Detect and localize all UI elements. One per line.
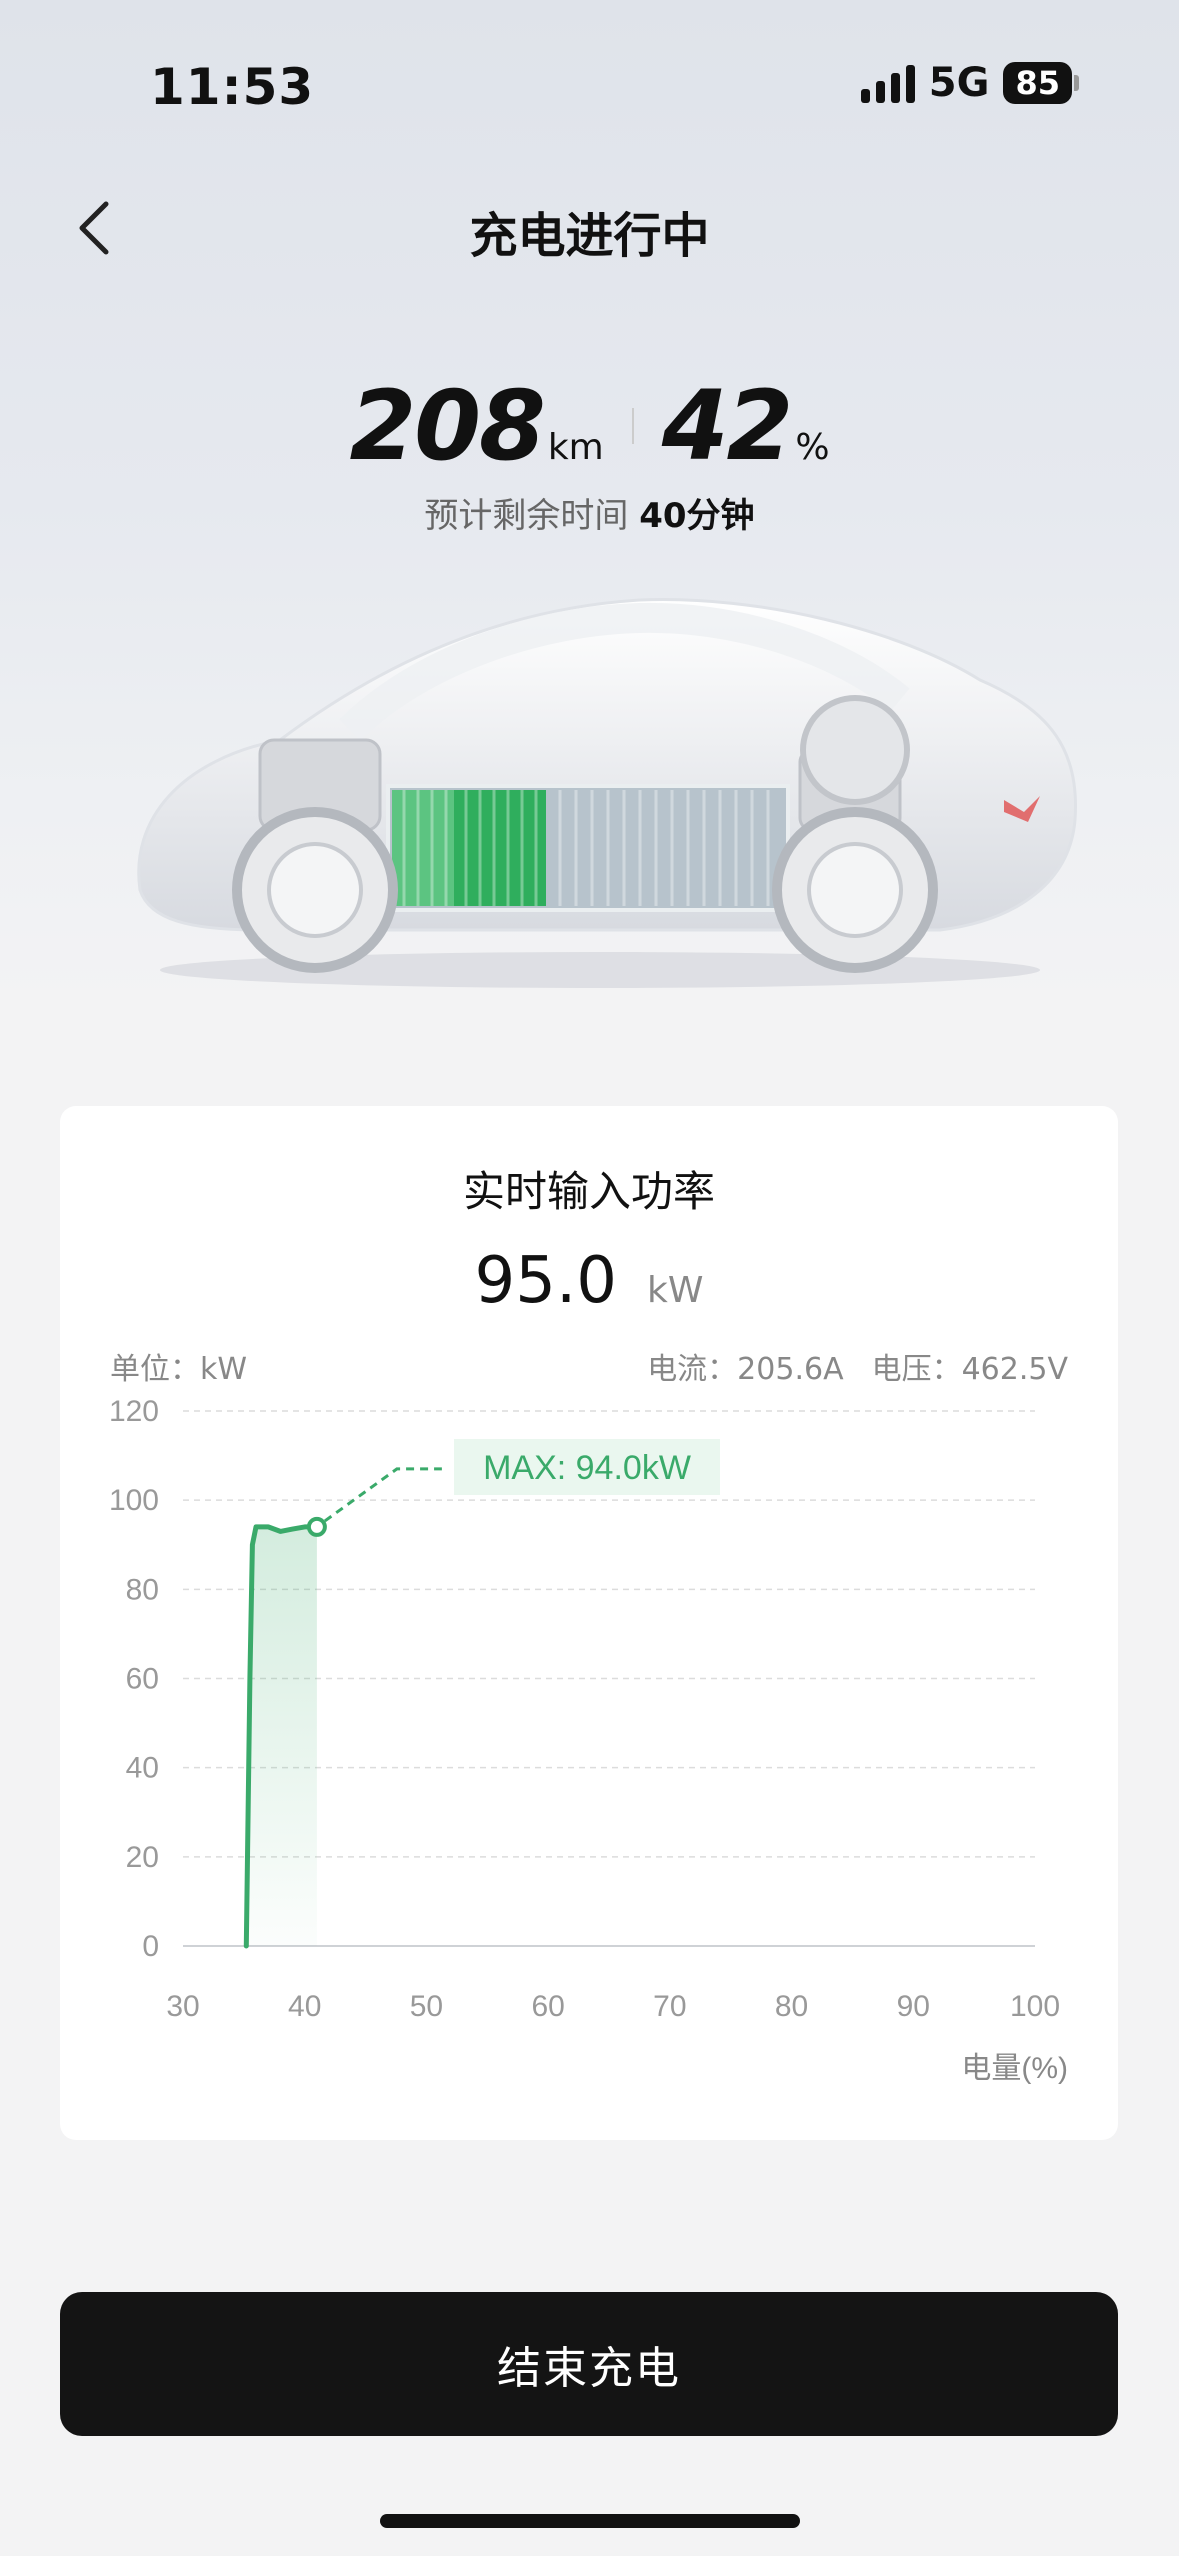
status-indicators: 5G 85 [860, 60, 1079, 106]
range-value: 208 [349, 370, 545, 482]
y-tick-label: 60 [126, 1663, 159, 1696]
x-tick-label: 60 [531, 1990, 564, 2023]
remaining-label: 预计剩余时间 [424, 496, 629, 536]
end-charging-button[interactable]: 结束充电 [60, 2292, 1118, 2436]
x-tick-label: 50 [410, 1990, 443, 2023]
y-tick-label: 100 [109, 1484, 159, 1517]
battery-icon: 85 [1003, 62, 1079, 104]
range-unit: km [547, 427, 604, 468]
soc-value: 42 [661, 370, 794, 482]
soc-unit: % [795, 427, 830, 468]
x-tick-label: 100 [1010, 1990, 1060, 2023]
remaining-time: 预计剩余时间 40分钟 [0, 488, 1179, 537]
max-label: MAX: 94.0kW [483, 1449, 691, 1487]
max-leader-line [324, 1467, 442, 1523]
y-tick-label: 120 [109, 1395, 159, 1428]
charge-stats: 208 km 42% [0, 370, 1179, 482]
battery-level: 85 [1003, 62, 1072, 104]
y-tick-label: 0 [142, 1930, 159, 1963]
page-title: 充电进行中 [469, 208, 710, 264]
power-area [246, 1526, 317, 1946]
x-tick-label: 40 [288, 1990, 321, 2023]
y-tick-label: 80 [126, 1573, 159, 1606]
y-tick-label: 20 [126, 1841, 159, 1874]
current-point-marker [306, 1516, 327, 1537]
x-tick-label: 30 [166, 1990, 199, 2023]
power-card: 实时输入功率 95.0 kW 单位：kW 电流：205.6A 电压：462.5V 0… [60, 1106, 1118, 2140]
x-tick-label: 70 [653, 1990, 686, 2023]
network-type: 5G [928, 60, 990, 106]
car-battery-illustration [137, 598, 1078, 988]
x-tick-label: 90 [897, 1990, 930, 2023]
power-chart: 0 20 40 60 80 100 120 30 40 50 60 70 80 90 100 电量(%) MAX… [109, 1395, 1068, 2085]
x-tick-label: 80 [775, 1990, 808, 2023]
home-indicator [380, 2514, 800, 2528]
signal-icon [860, 63, 915, 103]
y-tick-label: 40 [126, 1752, 159, 1785]
stats-divider [631, 408, 634, 444]
status-time: 11:53 [150, 58, 315, 116]
x-axis-label: 电量(%) [961, 2052, 1068, 2085]
remaining-value: 40分钟 [639, 496, 755, 536]
